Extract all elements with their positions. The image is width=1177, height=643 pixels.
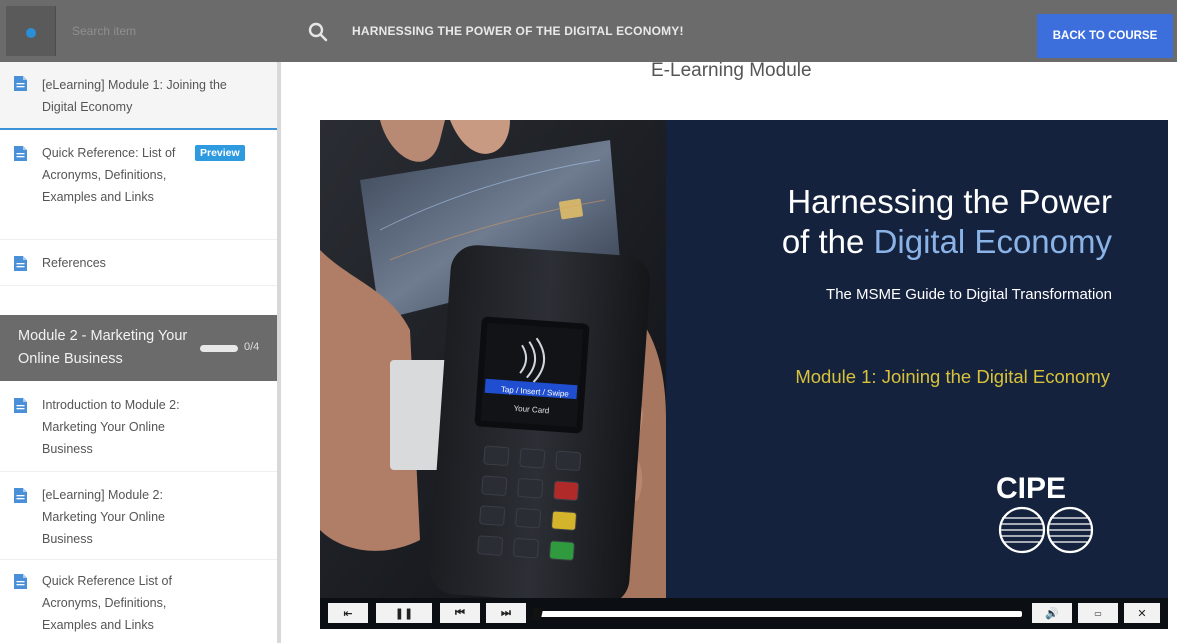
module-progress-count: 0/4 (244, 341, 260, 353)
captions-button[interactable]: ▭ (1078, 603, 1118, 623)
exit-icon: ⇤ (343, 606, 353, 620)
top-bar: HARNESSING THE POWER OF THE DIGITAL ECON… (0, 0, 1177, 62)
document-icon (14, 76, 27, 91)
page-title: E-Learning Module (651, 60, 812, 81)
close-icon: ✕ (1137, 606, 1147, 620)
course-title: HARNESSING THE POWER OF THE DIGITAL ECON… (352, 24, 684, 38)
sidebar-item-references[interactable]: References (0, 240, 277, 286)
menu-toggle-button[interactable] (6, 6, 56, 56)
search-input[interactable] (58, 6, 280, 56)
document-icon (14, 146, 27, 161)
skip-back-icon: ⏮ (455, 606, 465, 619)
sidebar-item-label: [eLearning] Module 1: Joining the Digita… (42, 78, 227, 114)
exit-button[interactable]: ⇤ (328, 603, 368, 623)
headline-accent: Digital Economy (873, 223, 1112, 260)
back-to-course-button[interactable]: BACK TO COURSE (1037, 14, 1173, 58)
cipe-logo-text: CIPE (996, 472, 1066, 505)
volume-button[interactable]: 🔊 (1032, 603, 1072, 623)
sidebar-item-label: Introduction to Module 2: Marketing Your… (42, 398, 180, 456)
course-sidebar: [eLearning] Module 1: Joining the Digita… (0, 62, 281, 643)
next-button[interactable]: ⏭ (486, 603, 526, 623)
previous-button[interactable]: ⏮ (440, 603, 480, 623)
preview-badge[interactable]: Preview (195, 145, 245, 161)
search-icon[interactable] (308, 22, 328, 42)
module-title: Module 2 - Marketing Your Online Busines… (18, 328, 188, 367)
sidebar-item-label: References (42, 256, 106, 270)
headline-line1: Harnessing the Power (787, 183, 1112, 220)
slide-subtitle: The MSME Guide to Digital Transformation (826, 286, 1112, 303)
document-icon (14, 256, 27, 271)
close-button[interactable]: ✕ (1124, 603, 1160, 623)
sidebar-item-module2-quick-reference[interactable]: Quick Reference List of Acronyms, Defini… (0, 560, 277, 643)
sidebar-item-module1-elearning[interactable]: [eLearning] Module 1: Joining the Digita… (0, 62, 277, 130)
slide-headline: Harnessing the Power of the Digital Econ… (782, 182, 1112, 262)
payment-terminal-photo: Tap / Insert / Swipe Your Card (320, 120, 666, 598)
sidebar-item-label: [eLearning] Module 2: Marketing Your Onl… (42, 488, 165, 546)
module-progress-bar (200, 345, 238, 352)
player-controls: ⇤ ❚❚ ⏮ ⏭ 🔊 ▭ ✕ (320, 598, 1168, 629)
menu-icon (26, 28, 36, 38)
seek-handle[interactable] (530, 608, 544, 620)
document-icon (14, 488, 27, 503)
pause-icon: ❚❚ (394, 606, 414, 620)
cipe-logo: CIPE (996, 472, 1094, 554)
slide-module-line: Module 1: Joining the Digital Economy (795, 366, 1110, 387)
title-slide: Harnessing the Power of the Digital Econ… (666, 120, 1168, 598)
skip-forward-icon: ⏭ (501, 606, 511, 619)
module-2-header[interactable]: Module 2 - Marketing Your Online Busines… (0, 315, 277, 381)
pause-button[interactable]: ❚❚ (376, 603, 432, 623)
elearning-player[interactable]: Tap / Insert / Swipe Your Card Harnessin… (320, 120, 1168, 629)
sidebar-item-label: Quick Reference List of Acronyms, Defini… (42, 574, 172, 632)
document-icon (14, 574, 27, 589)
sidebar-item-module2-elearning[interactable]: [eLearning] Module 2: Marketing Your Onl… (0, 472, 277, 560)
document-icon (14, 398, 27, 413)
headline-of-the: of the (781, 223, 874, 260)
volume-icon: 🔊 (1045, 606, 1059, 620)
sidebar-item-module2-intro[interactable]: Introduction to Module 2: Marketing Your… (0, 382, 277, 472)
captions-icon: ▭ (1094, 608, 1102, 618)
sidebar-item-label: Quick Reference: List of Acronyms, Defin… (42, 146, 176, 204)
seek-bar[interactable] (530, 608, 1022, 620)
